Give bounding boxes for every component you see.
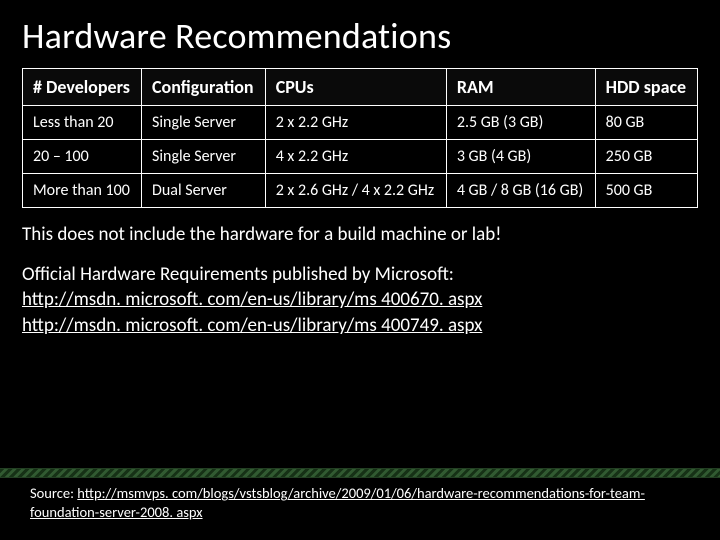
hardware-table: # Developers Configuration CPUs RAM HDD …	[22, 68, 698, 208]
cell: 20 – 100	[23, 140, 142, 174]
cell: Single Server	[142, 140, 266, 174]
cell: 2 x 2.6 GHz / 4 x 2.2 GHz	[265, 174, 446, 208]
cell: Dual Server	[142, 174, 266, 208]
cell: 2 x 2.2 GHz	[265, 106, 446, 140]
decorative-stripe	[0, 468, 720, 478]
slide-title: Hardware Recommendations	[22, 14, 698, 58]
table-row: 20 – 100 Single Server 4 x 2.2 GHz 3 GB …	[23, 140, 698, 174]
table-header-row: # Developers Configuration CPUs RAM HDD …	[23, 69, 698, 106]
official-label: Official Hardware Requirements published…	[22, 263, 454, 286]
official-block: Official Hardware Requirements published…	[22, 262, 698, 339]
table-row: Less than 20 Single Server 2 x 2.2 GHz 2…	[23, 106, 698, 140]
body-text: This does not include the hardware for a…	[22, 222, 698, 339]
cell: 500 GB	[595, 174, 697, 208]
source-footer: Source: http://msmvps. com/blogs/vstsblo…	[30, 484, 690, 522]
source-link[interactable]: http://msmvps. com/blogs/vstsblog/archiv…	[30, 484, 645, 521]
source-label: Source:	[30, 484, 77, 502]
table-row: More than 100 Dual Server 2 x 2.6 GHz / …	[23, 174, 698, 208]
col-developers: # Developers	[23, 69, 142, 106]
slide: Hardware Recommendations # Developers Co…	[0, 0, 720, 540]
cell: 4 GB / 8 GB (16 GB)	[446, 174, 595, 208]
cell: 2.5 GB (3 GB)	[446, 106, 595, 140]
official-link-2[interactable]: http://msdn. microsoft. com/en-us/librar…	[22, 314, 482, 337]
note-text: This does not include the hardware for a…	[22, 222, 698, 248]
col-hdd: HDD space	[595, 69, 697, 106]
cell: 250 GB	[595, 140, 697, 174]
col-cpus: CPUs	[265, 69, 446, 106]
cell: 3 GB (4 GB)	[446, 140, 595, 174]
col-ram: RAM	[446, 69, 595, 106]
cell: Less than 20	[23, 106, 142, 140]
official-link-1[interactable]: http://msdn. microsoft. com/en-us/librar…	[22, 288, 482, 311]
col-configuration: Configuration	[142, 69, 266, 106]
cell: 80 GB	[595, 106, 697, 140]
cell: Single Server	[142, 106, 266, 140]
cell: More than 100	[23, 174, 142, 208]
cell: 4 x 2.2 GHz	[265, 140, 446, 174]
